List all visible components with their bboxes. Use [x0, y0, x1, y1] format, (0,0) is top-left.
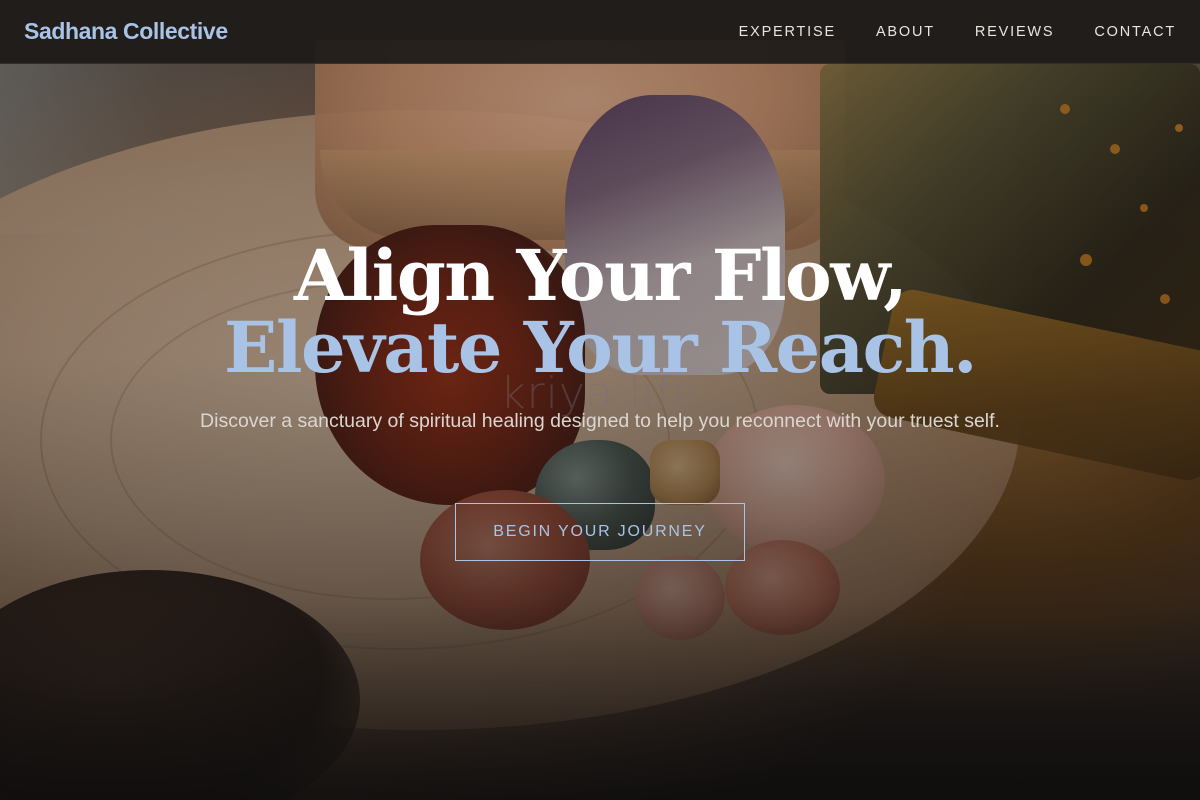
- hero-title-line2: Elevate Your Reach.: [224, 306, 977, 389]
- brand-logo[interactable]: Sadhana Collective: [24, 18, 228, 45]
- hero-section: kriya life Align Your Flow, Elevate Your…: [0, 0, 1200, 800]
- nav-link-expertise[interactable]: EXPERTISE: [739, 24, 836, 40]
- nav-link-about[interactable]: ABOUT: [876, 24, 935, 40]
- hero-subtitle: Discover a sanctuary of spiritual healin…: [200, 410, 1000, 432]
- nav-link-reviews[interactable]: REVIEWS: [975, 24, 1054, 40]
- nav-link-contact[interactable]: CONTACT: [1094, 24, 1176, 40]
- begin-journey-button[interactable]: BEGIN YOUR JOURNEY: [455, 503, 745, 561]
- hero-title-line1: Align Your Flow,: [293, 234, 908, 317]
- hero-title: Align Your Flow, Elevate Your Reach.: [0, 240, 1200, 384]
- nav-links: EXPERTISE ABOUT REVIEWS CONTACT: [699, 24, 1176, 40]
- navbar: Sadhana Collective EXPERTISE ABOUT REVIE…: [0, 0, 1200, 64]
